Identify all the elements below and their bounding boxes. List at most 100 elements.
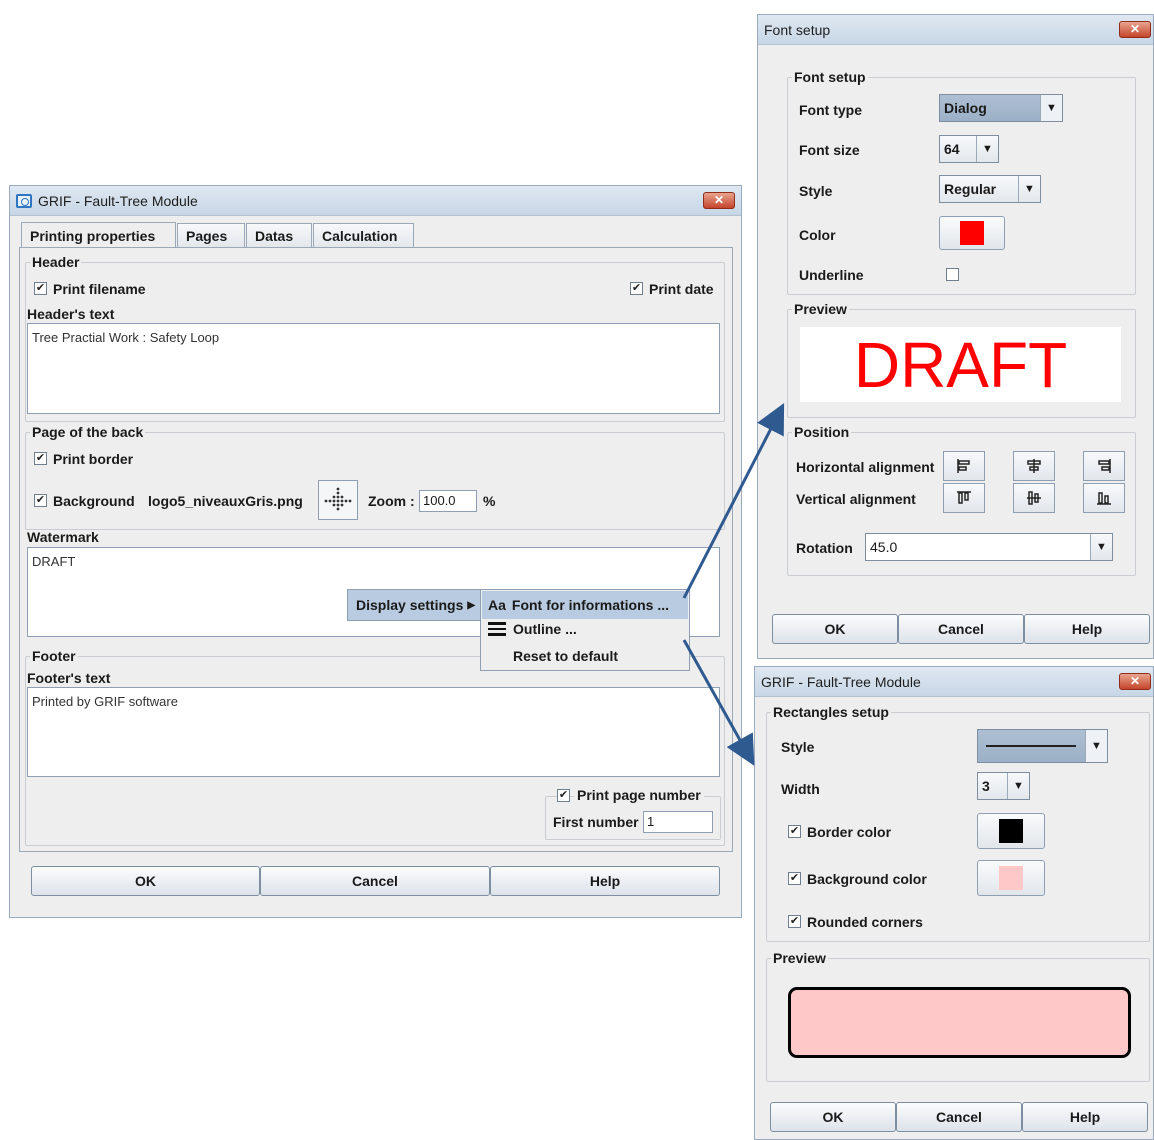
font-type-label: Font type	[799, 102, 862, 118]
chevron-down-icon: ▼	[1007, 773, 1029, 799]
reset-default-label: Reset to default	[513, 648, 619, 664]
border-color-button[interactable]	[977, 813, 1045, 849]
rotation-select[interactable]: 45.0 ▼	[865, 533, 1113, 561]
print-page-number-checkbox[interactable]: ✔	[557, 789, 570, 802]
font-size-label: Font size	[799, 142, 860, 158]
underline-checkbox[interactable]	[946, 268, 959, 281]
close-icon[interactable]: ✕	[1119, 673, 1151, 690]
help-button[interactable]: Help	[490, 866, 720, 896]
tab-pages[interactable]: Pages	[177, 223, 245, 247]
display-settings-item[interactable]: Display settings ▶	[356, 597, 475, 613]
tab-calculation[interactable]: Calculation	[313, 223, 414, 247]
print-date-checkbox[interactable]: ✔	[630, 282, 643, 295]
rect-cancel-button[interactable]: Cancel	[896, 1102, 1022, 1132]
color-button[interactable]	[939, 216, 1005, 250]
rect-ok-label: OK	[822, 1109, 844, 1125]
print-border-label: Print border	[53, 451, 134, 467]
font-help-button[interactable]: Help	[1024, 614, 1150, 644]
cancel-label: Cancel	[352, 873, 398, 889]
tab-printing-properties[interactable]: Printing properties	[21, 222, 176, 248]
outline-lines-icon	[488, 622, 506, 636]
display-settings-menu[interactable]: Display settings ▶	[347, 589, 482, 621]
header-text-value: Tree Practial Work : Safety Loop	[32, 330, 220, 345]
chevron-down-icon: ▼	[1090, 534, 1112, 560]
header-group-title: Header	[30, 253, 82, 271]
align-bottom-icon[interactable]	[1083, 483, 1125, 513]
chevron-down-icon: ▼	[1018, 176, 1040, 202]
font-ok-button[interactable]: OK	[772, 614, 898, 644]
first-number-label: First number	[553, 814, 639, 830]
font-cancel-label: Cancel	[938, 621, 984, 637]
rect-preview-shape	[788, 987, 1131, 1058]
tab-label: Pages	[186, 227, 228, 244]
zoom-input[interactable]: 100.0	[419, 490, 477, 512]
position-grid-icon[interactable]	[318, 480, 358, 520]
rect-setup-group-title: Rectangles setup	[771, 703, 891, 721]
align-left-icon[interactable]	[943, 451, 985, 481]
background-color-button[interactable]	[977, 860, 1045, 896]
style-label: Style	[799, 183, 833, 199]
outline-item[interactable]: Outline ...	[488, 621, 577, 637]
rect-setup-titlebar: GRIF - Fault-Tree Module ✕	[755, 667, 1153, 697]
style-value: Regular	[944, 181, 997, 197]
line-style-preview	[978, 730, 1085, 762]
rounded-corners-label: Rounded corners	[807, 914, 923, 930]
rounded-corners-checkbox[interactable]: ✔	[788, 915, 801, 928]
print-filename-checkbox[interactable]: ✔	[34, 282, 47, 295]
align-middle-v-icon[interactable]	[1013, 483, 1055, 513]
page-back-group-title: Page of the back	[30, 423, 146, 441]
close-icon[interactable]: ✕	[703, 192, 735, 209]
dot-grid-icon	[324, 487, 352, 511]
footer-text-label: Footer's text	[27, 670, 111, 686]
first-number-input[interactable]: 1	[643, 811, 713, 833]
tab-label: Calculation	[322, 227, 398, 244]
width-value: 3	[982, 778, 990, 794]
watermark-label: Watermark	[27, 529, 99, 545]
tab-label: Datas	[255, 227, 294, 244]
font-for-informations-item[interactable]: Aa Font for informations ...	[482, 591, 688, 619]
font-help-label: Help	[1071, 621, 1103, 637]
close-icon[interactable]: ✕	[1119, 21, 1151, 38]
chevron-down-icon: ▼	[1040, 95, 1062, 121]
app-icon	[16, 193, 32, 208]
font-type-select[interactable]: Dialog ▼	[939, 94, 1063, 122]
print-border-checkbox[interactable]: ✔	[34, 452, 47, 465]
reset-default-item[interactable]: Reset to default	[513, 648, 618, 664]
width-select[interactable]: 3 ▼	[977, 772, 1030, 800]
watermark-value: DRAFT	[32, 554, 76, 569]
h-align-label: Horizontal alignment	[796, 459, 935, 475]
outline-label: Outline ...	[513, 621, 577, 637]
border-color-label: Border color	[807, 824, 892, 840]
border-color-swatch	[999, 819, 1023, 843]
color-label: Color	[799, 227, 836, 243]
rect-ok-button[interactable]: OK	[770, 1102, 896, 1132]
align-right-icon[interactable]	[1083, 451, 1125, 481]
font-aa-icon: Aa	[488, 597, 506, 613]
align-top-icon[interactable]	[943, 483, 985, 513]
style-select[interactable]: Regular ▼	[939, 175, 1041, 203]
zoom-value: 100.0	[423, 493, 456, 508]
font-setup-group-title: Font setup	[792, 68, 868, 86]
align-center-h-icon[interactable]	[1013, 451, 1055, 481]
print-date-label: Print date	[649, 281, 714, 297]
background-checkbox[interactable]: ✔	[34, 494, 47, 507]
rect-help-button[interactable]: Help	[1022, 1102, 1148, 1132]
zoom-unit: %	[483, 493, 496, 509]
solid-line-icon	[986, 745, 1076, 747]
first-number-value: 1	[647, 814, 655, 829]
font-size-select[interactable]: 64 ▼	[939, 135, 999, 163]
chevron-down-icon: ▼	[976, 136, 998, 162]
font-cancel-button[interactable]: Cancel	[898, 614, 1024, 644]
header-text-area[interactable]: Tree Practial Work : Safety Loop	[27, 323, 720, 414]
ok-button[interactable]: OK	[31, 866, 260, 896]
background-color-swatch	[999, 866, 1023, 890]
display-settings-label: Display settings	[356, 597, 464, 613]
cancel-button[interactable]: Cancel	[260, 866, 490, 896]
background-color-checkbox[interactable]: ✔	[788, 872, 801, 885]
tab-datas[interactable]: Datas	[246, 223, 312, 247]
border-color-checkbox[interactable]: ✔	[788, 825, 801, 838]
display-settings-submenu: Aa Font for informations ... Outline ...…	[480, 589, 690, 671]
footer-text-area[interactable]: Printed by GRIF software	[27, 687, 720, 777]
footer-text-value: Printed by GRIF software	[32, 694, 178, 709]
line-style-select[interactable]: ▼	[977, 729, 1108, 763]
